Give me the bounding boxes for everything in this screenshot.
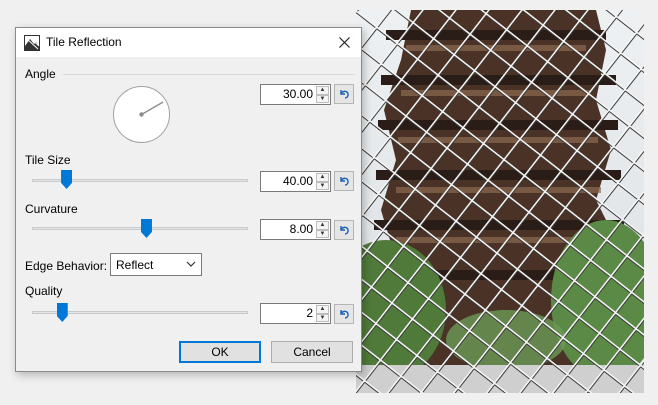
close-icon xyxy=(338,37,350,48)
curvature-slider-thumb[interactable] xyxy=(140,219,152,238)
curvature-slider-track[interactable] xyxy=(32,227,248,230)
ok-button[interactable]: OK xyxy=(179,341,261,363)
title-bar[interactable]: Tile Reflection xyxy=(16,28,361,57)
curvature-value: 8.00 xyxy=(289,222,313,236)
spin-down-icon[interactable]: ▼ xyxy=(316,181,329,190)
chevron-down-icon xyxy=(186,261,196,267)
tile-size-slider-thumb[interactable] xyxy=(61,170,73,189)
spin-down-icon[interactable]: ▼ xyxy=(316,313,329,322)
angle-separator xyxy=(63,74,355,75)
angle-spinner[interactable]: ▲ ▼ xyxy=(316,86,329,103)
curvature-label: Curvature xyxy=(25,202,78,216)
quality-reset-button[interactable] xyxy=(334,304,354,324)
tile-size-reset-button[interactable] xyxy=(334,171,354,191)
angle-value: 30.00 xyxy=(282,87,313,101)
reset-arrow-icon xyxy=(340,226,349,235)
quality-slider-thumb[interactable] xyxy=(56,303,68,322)
tile-size-value: 40.00 xyxy=(282,174,313,188)
tile-reflection-app-icon xyxy=(24,35,40,51)
close-button[interactable] xyxy=(327,28,361,57)
reset-arrow-icon xyxy=(340,90,349,99)
angle-dial[interactable] xyxy=(113,86,170,143)
spin-up-icon[interactable]: ▲ xyxy=(316,173,329,182)
curvature-reset-button[interactable] xyxy=(334,220,354,240)
edge-behavior-select[interactable]: Reflect xyxy=(110,253,202,276)
edge-behavior-value: Reflect xyxy=(116,258,154,272)
spin-up-icon[interactable]: ▲ xyxy=(316,86,329,95)
spin-up-icon[interactable]: ▲ xyxy=(316,305,329,314)
edge-behavior-label: Edge Behavior: xyxy=(25,259,108,273)
quality-value: 2 xyxy=(306,306,313,320)
preview-image xyxy=(356,10,644,393)
reset-arrow-icon xyxy=(340,310,349,319)
angle-input[interactable]: 30.00 ▲ ▼ xyxy=(260,84,331,105)
pagoda-tile-preview xyxy=(356,10,644,393)
dialog-title: Tile Reflection xyxy=(46,35,122,49)
spin-up-icon[interactable]: ▲ xyxy=(316,221,329,230)
tile-size-spinner[interactable]: ▲ ▼ xyxy=(316,173,329,190)
tile-size-input[interactable]: 40.00 ▲ ▼ xyxy=(260,171,331,192)
reset-arrow-icon xyxy=(340,177,349,186)
tile-size-label: Tile Size xyxy=(25,153,71,167)
quality-label: Quality xyxy=(25,284,63,298)
spin-down-icon[interactable]: ▼ xyxy=(316,229,329,238)
angle-dial-needle xyxy=(139,101,164,117)
curvature-spinner[interactable]: ▲ ▼ xyxy=(316,221,329,238)
tile-reflection-dialog: Tile Reflection Angle 30.00 ▲ ▼ Tile Siz… xyxy=(15,27,362,372)
angle-label: Angle xyxy=(25,67,56,81)
cancel-button[interactable]: Cancel xyxy=(271,341,353,363)
quality-spinner[interactable]: ▲ ▼ xyxy=(316,305,329,322)
curvature-input[interactable]: 8.00 ▲ ▼ xyxy=(260,219,331,240)
angle-reset-button[interactable] xyxy=(334,84,354,104)
spin-down-icon[interactable]: ▼ xyxy=(316,94,329,103)
quality-input[interactable]: 2 ▲ ▼ xyxy=(260,303,331,324)
